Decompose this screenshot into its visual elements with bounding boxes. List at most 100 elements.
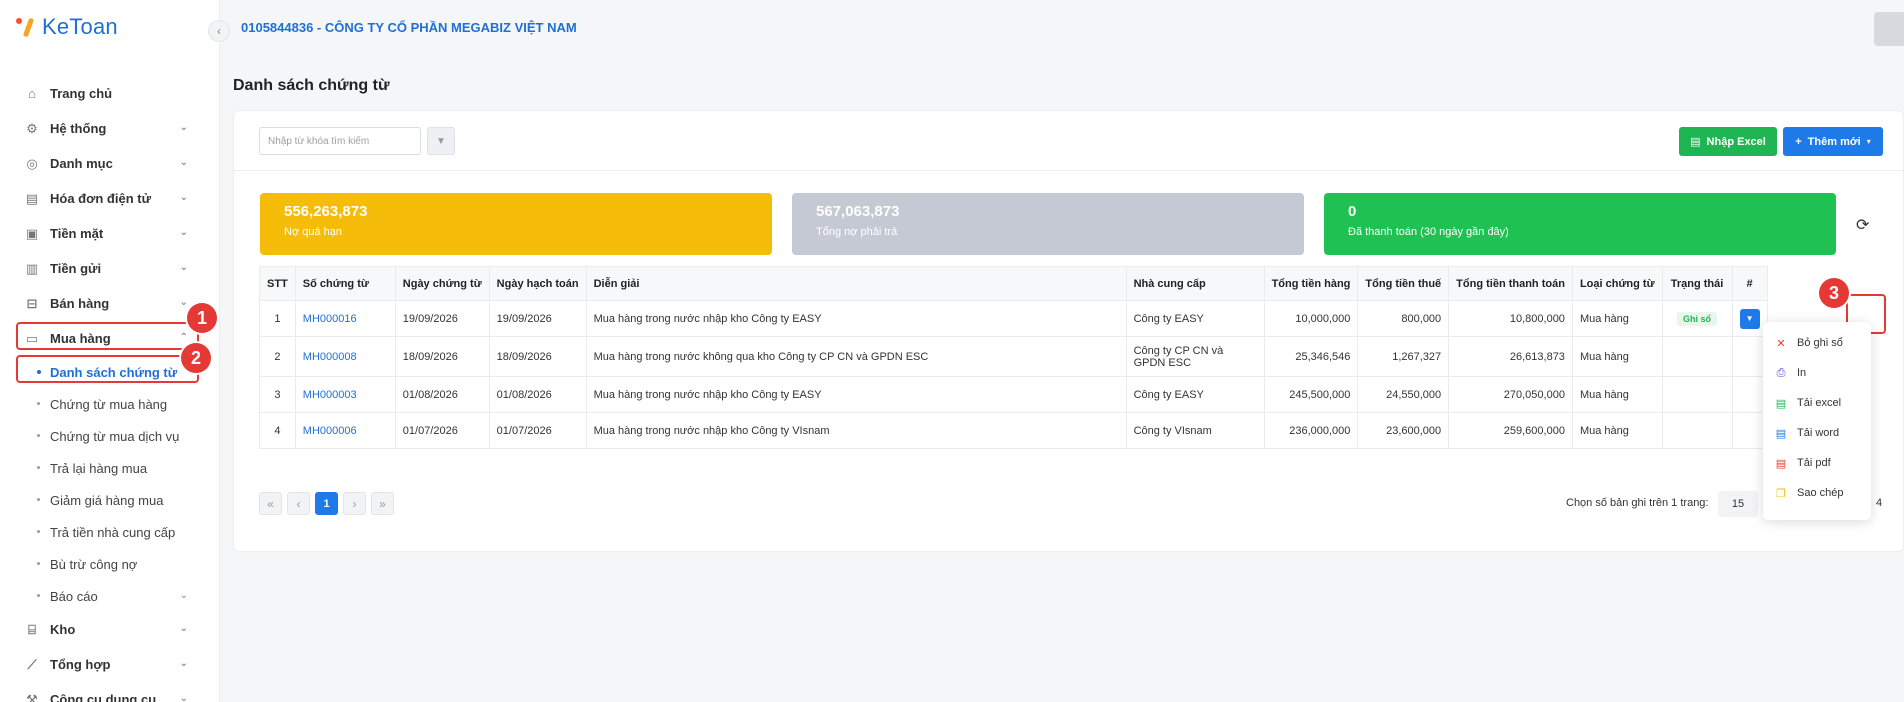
cell-actions — [1731, 336, 1768, 377]
search-input[interactable] — [259, 127, 421, 155]
menu-item-download-excel[interactable]: ▤ Tải excel — [1763, 388, 1871, 418]
chevron-down-icon: ⌄ — [179, 227, 188, 238]
col-voucher-no: Số chứng từ — [294, 266, 396, 301]
sidebar-sub-label: Báo cáo — [50, 588, 98, 604]
chevron-left-icon: ‹ — [296, 496, 301, 511]
next-page-button[interactable]: › — [343, 492, 366, 515]
table-row[interactable]: 2 MH000008 18/09/2026 18/09/2026 Mua hàn… — [259, 336, 1768, 377]
sidebar-item-system[interactable]: ⚙ Hệ thống ⌄ — [0, 111, 220, 146]
menu-item-unpost[interactable]: ✕ Bỏ ghi sổ — [1763, 328, 1871, 358]
sidebar-sub-pay-supplier[interactable]: Trả tiền nhà cung cấp — [0, 516, 220, 548]
col-goods-total: Tổng tiền hàng — [1263, 266, 1359, 301]
chevron-down-icon: ⌄ — [179, 693, 188, 702]
filter-button[interactable]: ▼ — [427, 127, 455, 155]
sidebar-item-deposit[interactable]: ▥ Tiền gửi ⌄ — [0, 251, 220, 286]
highlight-purchase — [16, 322, 199, 350]
company-name[interactable]: 0105844836 - CÔNG TY CỔ PHẦN MEGABIZ VIỆ… — [241, 20, 577, 35]
cell-actions — [1731, 412, 1768, 449]
stat-label: Nợ quá hạn — [284, 226, 342, 238]
sidebar-sub-label: Trả lại hàng mua — [50, 460, 148, 476]
col-voucher-type: Loại chứng từ — [1571, 266, 1663, 301]
cell-description: Mua hàng trong nước nhập kho Công ty VIs… — [585, 412, 1127, 449]
last-page-button[interactable]: » — [371, 492, 394, 515]
col-payment-total: Tổng tiền thanh toán — [1448, 266, 1573, 301]
add-new-button[interactable]: + Thêm mới ▾ — [1783, 127, 1883, 156]
menu-item-label: Tải excel — [1797, 397, 1842, 409]
chevron-right-icon: › — [352, 496, 357, 511]
col-description: Diễn giải — [585, 266, 1127, 301]
first-page-button[interactable]: « — [259, 492, 282, 515]
logo-text: KeToan — [42, 14, 118, 39]
cell-voucher-type: Mua hàng — [1571, 376, 1663, 413]
col-posting-date: Ngày hạch toán — [488, 266, 587, 301]
page-button-1[interactable]: 1 — [315, 492, 338, 515]
sidebar-sub-report[interactable]: Báo cáo ⌄ — [0, 580, 220, 612]
menu-item-copy[interactable]: ❐ Sao chép — [1763, 478, 1871, 508]
chevron-left-icon: ‹ — [217, 24, 221, 38]
stat-total-payable: 567,063,873 Tổng nợ phải trả — [792, 193, 1304, 255]
cell-voucher-date: 18/09/2026 — [394, 336, 490, 377]
menu-item-download-word[interactable]: ▤ Tải word — [1763, 418, 1871, 448]
cell-supplier: Công ty EASY — [1125, 300, 1265, 337]
cell-supplier: Công ty CP CN và GPDN ESC — [1125, 336, 1265, 377]
cell-voucher-no[interactable]: MH000016 — [294, 300, 396, 337]
prev-page-button[interactable]: ‹ — [287, 492, 310, 515]
sidebar-item-cash[interactable]: ▣ Tiền mặt ⌄ — [0, 216, 220, 251]
sidebar-sub-discount[interactable]: Giảm giá hàng mua — [0, 484, 220, 516]
menu-item-label: Sao chép — [1797, 487, 1844, 499]
sidebar-item-tools[interactable]: ⚒ Công cụ dụng cụ ⌄ — [0, 682, 220, 702]
sidebar-item-catalog[interactable]: ◎ Danh mục ⌄ — [0, 146, 220, 181]
sidebar-sub-offset[interactable]: Bù trừ công nợ — [0, 548, 220, 580]
gear-icon: ⚙ — [26, 120, 38, 136]
sidebar-item-warehouse[interactable]: ⌸ Kho ⌄ — [0, 612, 220, 647]
chevron-down-icon: ⌄ — [179, 122, 188, 133]
avatar[interactable] — [1874, 12, 1904, 46]
menu-item-download-pdf[interactable]: ▤ Tải pdf — [1763, 448, 1871, 478]
sidebar-sub-return[interactable]: Trả lại hàng mua — [0, 452, 220, 484]
sidebar-item-home[interactable]: ⌂ Trang chủ — [0, 76, 220, 111]
plus-icon: + — [1795, 135, 1802, 148]
sidebar-sub-label: Giảm giá hàng mua — [50, 492, 164, 508]
sidebar-item-label: Trang chủ — [50, 86, 113, 101]
x-icon: ✕ — [1776, 337, 1786, 350]
sidebar-nav: ⌂ Trang chủ ⚙ Hệ thống ⌄ ◎ Danh mục ⌄ ▤ … — [0, 76, 220, 702]
table-row[interactable]: 1 MH000016 19/09/2026 19/09/2026 Mua hàn… — [259, 300, 1768, 337]
cell-voucher-no[interactable]: MH000003 — [294, 376, 396, 413]
cell-payment-total: 270,050,000 — [1448, 376, 1573, 413]
annotation-badge-1: 1 — [187, 303, 217, 333]
chevron-down-icon: ⌄ — [179, 157, 188, 168]
cell-supplier: Công ty VIsnam — [1125, 412, 1265, 449]
sidebar-item-summary[interactable]: ⟋ Tổng hợp ⌄ — [0, 647, 220, 682]
sidebar-item-e-invoice[interactable]: ▤ Hóa đơn điện tử ⌄ — [0, 181, 220, 216]
cell-voucher-no[interactable]: MH000008 — [294, 336, 396, 377]
per-page-select[interactable]: 15 — [1718, 491, 1758, 517]
toolbar: ▼ ▤ Nhập Excel + Thêm mới ▾ — [234, 111, 1903, 171]
logo[interactable]: KeToan — [16, 14, 118, 40]
table-row[interactable]: 3 MH000003 01/08/2026 01/08/2026 Mua hàn… — [259, 376, 1768, 413]
sidebar-item-label: Hệ thống — [50, 121, 107, 136]
excel-icon: ▤ — [1690, 136, 1701, 148]
import-excel-button[interactable]: ▤ Nhập Excel — [1679, 127, 1777, 156]
chevron-down-icon: ⌄ — [179, 262, 188, 273]
cell-voucher-no[interactable]: MH000006 — [294, 412, 396, 449]
filter-icon: ▼ — [436, 135, 446, 147]
table-row[interactable]: 4 MH000006 01/07/2026 01/07/2026 Mua hàn… — [259, 412, 1768, 449]
row-action-button[interactable]: ▼ — [1739, 308, 1760, 329]
sidebar-item-label: Công cụ dụng cụ — [50, 692, 157, 702]
caret-down-icon: ▾ — [1866, 137, 1871, 146]
cash-icon: ▣ — [25, 225, 39, 241]
sidebar-collapse-button[interactable]: ‹ — [208, 20, 230, 42]
top-bar: 0105844836 - CÔNG TY CỔ PHẦN MEGABIZ VIỆ… — [221, 0, 1904, 58]
sidebar-sub-purchase-voucher[interactable]: Chứng từ mua hàng — [0, 388, 220, 420]
add-new-label: Thêm mới — [1807, 135, 1861, 148]
cell-payment-total: 10,800,000 — [1448, 300, 1573, 337]
refresh-icon[interactable]: ⟳ — [1856, 215, 1869, 235]
cell-goods-total: 25,346,546 — [1263, 336, 1359, 377]
menu-item-print[interactable]: ⎙ In — [1763, 358, 1871, 388]
cell-voucher-type: Mua hàng — [1571, 412, 1663, 449]
cell-actions — [1731, 376, 1768, 413]
cell-posting-date: 01/07/2026 — [488, 412, 587, 449]
sidebar-sub-service-voucher[interactable]: Chứng từ mua dịch vụ — [0, 420, 220, 452]
stat-value: 556,263,873 — [284, 203, 368, 220]
grid-icon: ◎ — [26, 155, 38, 171]
